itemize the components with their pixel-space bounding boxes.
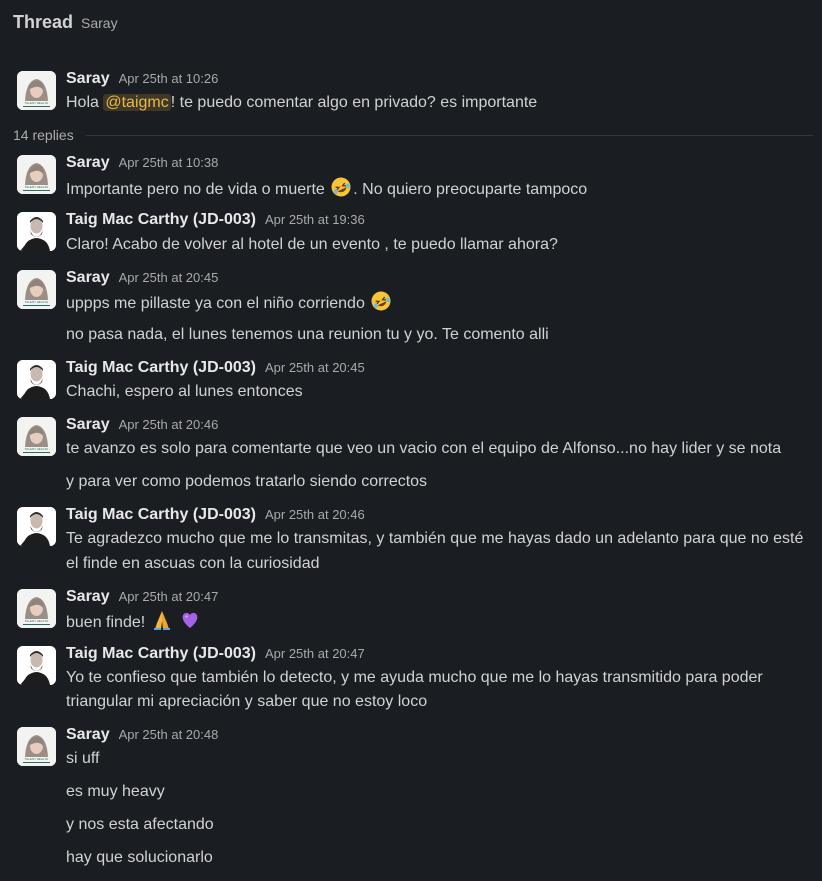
taig-avatar-image: [17, 507, 56, 546]
author-name[interactable]: Saray: [66, 588, 110, 606]
message-text: el finde en ascuas con la curiosidad: [66, 555, 320, 572]
saray-avatar-image: [17, 589, 56, 628]
message-text: si uff: [66, 750, 100, 767]
divider-line: [85, 134, 813, 136]
timestamp[interactable]: Apr 25th at 20:45: [265, 360, 365, 375]
message-text: Chachi, espero al lunes entonces: [66, 383, 303, 400]
timestamp[interactable]: Apr 25th at 10:38: [119, 155, 219, 170]
taig-avatar-image: [17, 646, 56, 685]
timestamp[interactable]: Apr 25th at 20:45: [119, 270, 219, 285]
message-text-part: buen finde!: [66, 614, 150, 631]
saray-avatar-image: [17, 727, 56, 766]
purple-heart-emoji-icon[interactable]: [179, 609, 201, 631]
message-header: Taig Mac Carthy (JD-003) Apr 25th at 20:…: [66, 359, 365, 379]
message-text: y nos esta afectando: [66, 816, 214, 833]
rofl-emoji-icon[interactable]: [370, 290, 392, 312]
taig-avatar-image: [17, 212, 56, 251]
message-text-part: . No quiero preocuparte tampoco: [353, 181, 588, 198]
message-text: te avanzo es solo para comentarte que ve…: [66, 440, 782, 457]
message-text-part: ! te puedo comentar algo en privado? es …: [170, 94, 538, 111]
author-name[interactable]: Taig Mac Carthy (JD-003): [66, 506, 256, 524]
message-text: no pasa nada, el lunes tenemos una reuni…: [66, 326, 549, 343]
message-header: Saray Apr 25th at 10:26: [66, 70, 218, 90]
message-text: Te agradezco mucho que me lo transmitas,…: [66, 530, 804, 547]
message-text: es muy heavy: [66, 783, 165, 800]
message-header: Taig Mac Carthy (JD-003) Apr 25th at 20:…: [66, 645, 365, 665]
message-header: Saray Apr 25th at 10:38: [66, 154, 218, 174]
message-header: Saray Apr 25th at 20:45: [66, 269, 218, 289]
avatar[interactable]: [17, 646, 56, 685]
rofl-emoji-icon[interactable]: [330, 176, 352, 198]
message-text: triangular mi apreciación y saber que no…: [66, 693, 428, 710]
message-header: Saray Apr 25th at 20:48: [66, 726, 218, 746]
replies-count: 14 replies: [13, 127, 74, 143]
message-text: Yo te confieso que también lo detecto, y…: [66, 669, 763, 686]
replies-divider: 14 replies: [13, 126, 813, 144]
pray-emoji-icon[interactable]: [151, 609, 173, 631]
timestamp[interactable]: Apr 25th at 19:36: [265, 212, 365, 227]
taig-avatar-image: [17, 360, 56, 399]
author-name[interactable]: Taig Mac Carthy (JD-003): [66, 359, 256, 377]
thread-header: Thread Saray: [13, 12, 118, 36]
avatar[interactable]: [17, 417, 56, 456]
avatar[interactable]: [17, 727, 56, 766]
author-name[interactable]: Saray: [66, 269, 110, 287]
message-text: y para ver como podemos tratarlo siendo …: [66, 473, 428, 490]
avatar[interactable]: [17, 155, 56, 194]
timestamp[interactable]: Apr 25th at 20:47: [119, 589, 219, 604]
author-name[interactable]: Saray: [66, 70, 110, 88]
author-name[interactable]: Saray: [66, 726, 110, 744]
thread-title: Thread: [13, 12, 74, 32]
saray-avatar-image: [17, 270, 56, 309]
avatar[interactable]: [17, 360, 56, 399]
avatar[interactable]: [17, 212, 56, 251]
message-header: Saray Apr 25th at 20:46: [66, 416, 218, 436]
author-name[interactable]: Saray: [66, 154, 110, 172]
message-text: Hola @taigmc! te puedo comentar algo en …: [66, 91, 537, 115]
avatar[interactable]: [17, 71, 56, 110]
avatar[interactable]: [17, 589, 56, 628]
message-text-part: Importante pero no de vida o muerte: [66, 181, 330, 198]
user-mention[interactable]: @taigmc: [103, 94, 171, 111]
message-header: Saray Apr 25th at 20:47: [66, 588, 218, 608]
message-text: Claro! Acabo de volver al hotel de un ev…: [66, 236, 558, 253]
timestamp[interactable]: Apr 25th at 20:48: [119, 727, 219, 742]
message-header: Taig Mac Carthy (JD-003) Apr 25th at 19:…: [66, 211, 365, 231]
message-text-part: uppps me pillaste ya con el niño corrien…: [66, 295, 370, 312]
timestamp[interactable]: Apr 25th at 20:46: [265, 507, 365, 522]
saray-avatar-image: [17, 71, 56, 110]
timestamp[interactable]: Apr 25th at 20:46: [119, 417, 219, 432]
author-name[interactable]: Taig Mac Carthy (JD-003): [66, 211, 256, 229]
message-text: buen finde!: [66, 609, 202, 635]
message-text: uppps me pillaste ya con el niño corrien…: [66, 290, 393, 316]
author-name[interactable]: Taig Mac Carthy (JD-003): [66, 645, 256, 663]
message-text: hay que solucionarlo: [66, 849, 213, 866]
timestamp[interactable]: Apr 25th at 20:47: [265, 646, 365, 661]
avatar[interactable]: [17, 270, 56, 309]
saray-avatar-image: [17, 155, 56, 194]
message-text: Importante pero no de vida o muerte . No…: [66, 176, 587, 202]
message-text-part: Hola: [66, 94, 104, 111]
avatar[interactable]: [17, 507, 56, 546]
message-header: Taig Mac Carthy (JD-003) Apr 25th at 20:…: [66, 506, 365, 526]
saray-avatar-image: [17, 417, 56, 456]
thread-channel-name[interactable]: Saray: [81, 15, 118, 31]
timestamp[interactable]: Apr 25th at 10:26: [119, 71, 219, 86]
author-name[interactable]: Saray: [66, 416, 110, 434]
